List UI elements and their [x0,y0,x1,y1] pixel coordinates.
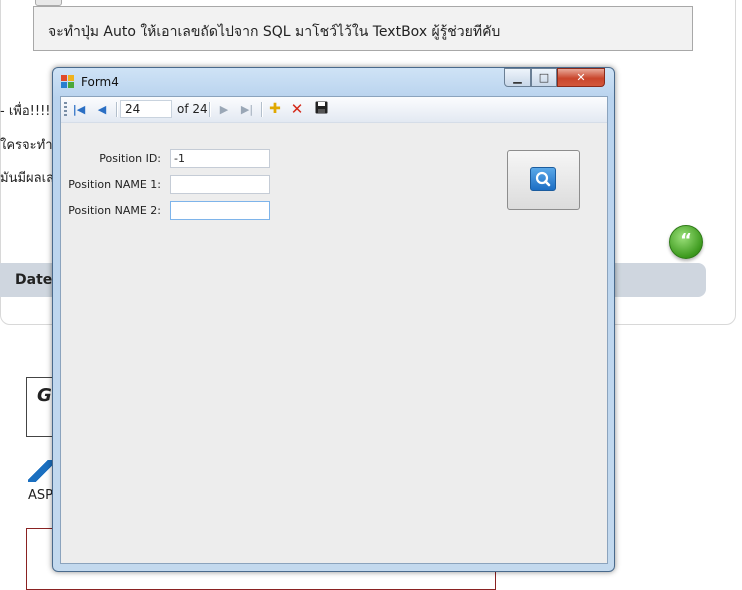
position-name2-field[interactable] [170,201,270,220]
ad-text: ASP [28,488,53,503]
app-icon [61,75,74,88]
search-icon [530,167,556,191]
position-id-label: Position ID: [99,152,161,165]
minimize-button[interactable]: ▁ [504,68,531,87]
position-name2-label: Position NAME 2: [68,204,161,217]
search-button[interactable] [507,150,580,210]
count-label: of 24 [177,102,208,116]
post-fragment-2: ใครจะทำ [0,138,53,153]
form-client-area: |◀ ◀ 24 of 24 ▶ ▶| ✚ ✕ Position ID: -1 P… [60,96,608,564]
toolbar-grip[interactable] [64,102,67,117]
question-box: จะทำปุ่ม Auto ให้เอาเลขถัดไปจาก SQL มาโช… [33,6,693,51]
toolbar-separator [116,102,118,117]
maximize-button[interactable]: □ [531,68,557,87]
plus-icon[interactable]: ✚ [267,101,283,118]
form4-window: Form4 ▁ □ ✕ |◀ ◀ 24 of 24 ▶ ▶| ✚ ✕ Posit… [52,67,615,572]
toolbar-separator [261,102,263,117]
position-id-field[interactable]: -1 [170,149,270,168]
previous-icon[interactable]: ◀ [95,101,109,118]
title-bar[interactable]: Form4 ▁ □ ✕ [53,68,614,96]
first-icon[interactable]: |◀ [71,101,87,118]
next-icon[interactable]: ▶ [217,101,231,118]
position-input[interactable]: 24 [120,100,172,118]
binding-navigator: |◀ ◀ 24 of 24 ▶ ▶| ✚ ✕ [61,97,607,123]
position-name1-field[interactable] [170,175,270,194]
post-fragment-1: - เพื่อ!!!! [0,104,51,119]
last-icon[interactable]: ▶| [238,101,256,118]
window-title: Form4 [81,75,119,89]
toolbar-separator [209,102,211,117]
save-icon[interactable] [313,101,329,118]
close-button[interactable]: ✕ [557,68,605,87]
quote-icon[interactable]: “ [669,225,703,259]
question-text: จะทำปุ่ม Auto ให้เอาเลขถัดไปจาก SQL มาโช… [48,24,501,40]
date-label: Date [15,272,53,288]
post-fragment-3: มันมีผลเล [0,171,55,186]
delete-icon[interactable]: ✕ [289,101,305,118]
position-name1-label: Position NAME 1: [68,178,161,191]
